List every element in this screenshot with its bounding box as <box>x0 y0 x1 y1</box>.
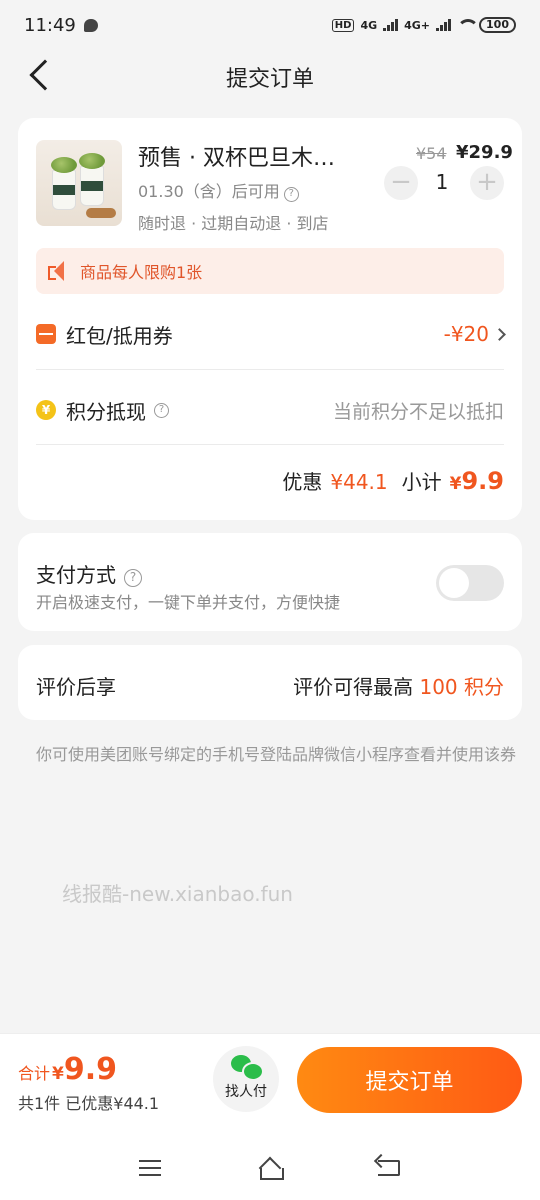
review-label: 评价后享 <box>36 675 116 699</box>
divider <box>36 444 504 445</box>
menu-icon[interactable] <box>139 1160 161 1176</box>
quantity-increase-button[interactable]: + <box>470 166 504 200</box>
coin-icon: ¥ <box>36 400 56 420</box>
signal-icon <box>383 19 399 31</box>
notice-text: 商品每人限购1张 <box>80 263 203 282</box>
original-price: ¥54 <box>416 144 447 163</box>
total-price: 合计 ¥ 9.9 <box>18 1052 117 1087</box>
subtotal-value: 9.9 <box>461 467 504 495</box>
status-icons: HD 4G 4G+ 100 <box>331 17 516 33</box>
back-icon[interactable] <box>378 1160 400 1176</box>
checkout-bar: 合计 ¥ 9.9 共1件 已优惠¥44.1 找人付 提交订单 <box>0 1033 540 1130</box>
product-title[interactable]: 预售 · 双杯巴旦木… <box>138 140 378 172</box>
divider <box>36 369 504 370</box>
wechat-icon <box>231 1055 264 1081</box>
quantity-value: 1 <box>435 170 449 194</box>
refund-tags: 随时退 · 过期自动退 · 到店 <box>138 214 329 233</box>
watermark: 线报酷-new.xianbao.fun <box>62 882 293 906</box>
discount-label: 优惠 <box>282 470 323 494</box>
points-row: ¥ 积分抵现 ? 当前积分不足以抵扣 <box>36 390 504 430</box>
wifi-icon <box>457 19 480 31</box>
signal-icon-2 <box>436 19 452 31</box>
question-icon[interactable]: ? <box>124 569 142 587</box>
subtotal-currency: ¥ <box>449 474 462 494</box>
home-icon[interactable] <box>258 1160 284 1180</box>
order-summary: 优惠 ¥44.1 小计 ¥ 9.9 <box>282 466 504 495</box>
submit-order-button[interactable]: 提交订单 <box>297 1047 522 1113</box>
message-notification-icon <box>83 18 98 32</box>
ask-friend-pay-button[interactable]: 找人付 <box>213 1046 279 1112</box>
total-currency: ¥ <box>52 1064 64 1084</box>
coupon-icon <box>36 324 56 344</box>
current-price: ¥29.9 <box>456 142 513 163</box>
hd-icon: HD <box>331 18 355 32</box>
back-arrow-icon[interactable] <box>29 59 61 91</box>
nuts-image <box>86 208 116 218</box>
fast-pay-toggle[interactable] <box>436 565 504 601</box>
order-card: 预售 · 双杯巴旦木… ¥54 ¥29.9 01.30（含）后可用? 随时退 ·… <box>18 118 522 520</box>
chevron-right-icon <box>493 327 506 341</box>
discount-value: ¥44.1 <box>330 470 388 494</box>
total-summary: 共1件 已优惠¥44.1 <box>18 1094 160 1113</box>
network-label-2: 4G+ <box>404 18 431 32</box>
payment-description: 开启极速支付，一键下单并支付，方便快捷 <box>36 593 341 612</box>
system-nav-bar <box>0 1130 540 1200</box>
total-amount: 9.9 <box>63 1052 118 1087</box>
review-reward: 评价可得最高 100 积分 <box>293 671 504 700</box>
availability-text: 01.30（含）后可用? <box>138 178 299 202</box>
product-thumbnail[interactable] <box>36 140 122 226</box>
review-card: 评价后享 评价可得最高 100 积分 <box>18 645 522 720</box>
coupon-row[interactable]: 红包/抵用券 -¥20 <box>36 314 506 354</box>
page-title: 提交订单 <box>225 67 314 92</box>
payment-title-text: 支付方式 <box>36 563 116 587</box>
page-header: 提交订单 <box>0 50 540 104</box>
payment-card: 支付方式? 开启极速支付，一键下单并支付，方便快捷 <box>18 533 522 631</box>
payment-title: 支付方式? <box>36 559 142 588</box>
battery-indicator: 100 <box>479 17 516 33</box>
coupon-label: 红包/抵用券 <box>66 323 173 348</box>
subtotal-label: 小计 <box>401 470 442 494</box>
review-reward-prefix: 评价可得最高 <box>293 675 414 699</box>
points-label: 积分抵现 <box>66 399 146 424</box>
usage-tip: 你可使用美团账号绑定的手机号登陆品牌微信小程序查看并使用该券 <box>36 745 517 764</box>
coupon-value: -¥20 <box>443 322 489 346</box>
question-icon[interactable]: ? <box>154 402 169 418</box>
purchase-limit-notice: 商品每人限购1张 <box>36 248 504 294</box>
question-icon[interactable]: ? <box>283 187 299 202</box>
availability-date: 01.30（含）后可用 <box>138 182 280 201</box>
cup-image-right <box>79 153 105 206</box>
network-label-1: 4G <box>360 18 378 32</box>
review-reward-points: 100 积分 <box>419 675 504 699</box>
status-bar: 11:49 HD 4G 4G+ 100 <box>0 0 540 50</box>
points-value: 当前积分不足以抵扣 <box>332 400 504 423</box>
ask-friend-pay-label: 找人付 <box>225 1084 267 1100</box>
speaker-icon <box>48 261 70 281</box>
toggle-knob <box>439 568 469 598</box>
status-time: 11:49 <box>24 14 76 36</box>
total-label: 合计 <box>18 1064 51 1083</box>
quantity-decrease-button[interactable]: − <box>384 166 418 200</box>
cup-image-left <box>51 157 77 210</box>
